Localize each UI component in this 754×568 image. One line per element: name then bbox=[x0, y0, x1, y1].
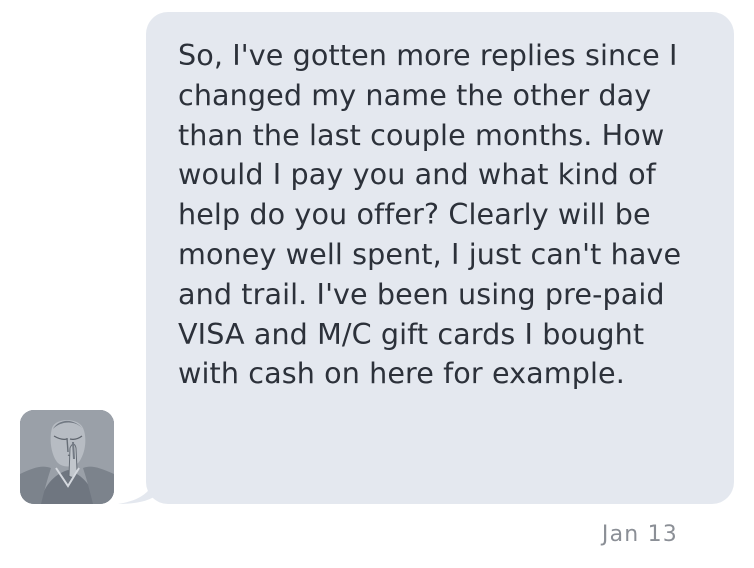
message-row: So, I've gotten more replies since I cha… bbox=[0, 0, 754, 547]
message-timestamp: Jan 13 bbox=[601, 522, 678, 547]
message-text: So, I've gotten more replies since I cha… bbox=[178, 38, 682, 391]
person-shush-avatar-icon bbox=[20, 410, 114, 504]
incoming-message-bubble[interactable]: So, I've gotten more replies since I cha… bbox=[146, 12, 734, 504]
sender-avatar[interactable] bbox=[20, 410, 114, 504]
